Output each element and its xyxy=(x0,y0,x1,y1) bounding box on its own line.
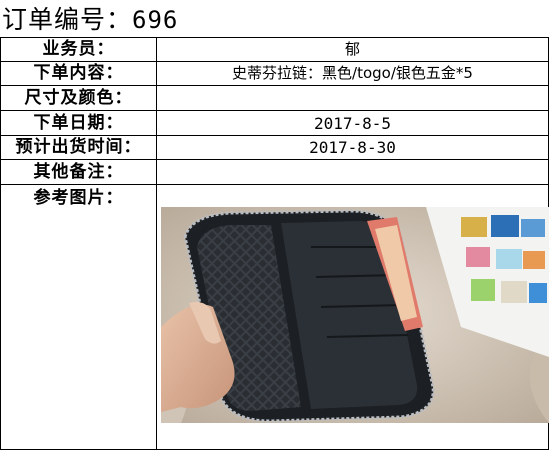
order-date-label: 下单日期： xyxy=(33,113,124,133)
size-color-value xyxy=(157,87,548,110)
row-order-date: 下单日期： 2017-8-5 xyxy=(1,112,548,136)
reference-photo xyxy=(161,207,549,423)
salesperson-label: 业务员： xyxy=(42,39,115,59)
reference-image-label: 参考图片： xyxy=(33,188,124,208)
ship-date-value: 2017-8-30 xyxy=(309,138,396,157)
row-remarks: 其他备注： xyxy=(1,161,548,185)
salesperson-value: 郁 xyxy=(344,40,360,58)
order-title-prefix: 订单编号： xyxy=(2,5,133,34)
order-form-table: 业务员： 郁 下单内容： 史蒂芬拉链：黑色/togo/银色五金*5 尺寸及颜色：… xyxy=(0,37,549,450)
row-salesperson: 业务员： 郁 xyxy=(1,38,548,62)
order-content-value: 史蒂芬拉链：黑色/togo/银色五金*5 xyxy=(232,64,473,82)
order-number: 696 xyxy=(132,6,179,34)
row-order-content: 下单内容： 史蒂芬拉链：黑色/togo/银色五金*5 xyxy=(1,62,548,86)
row-ship-date: 预计出货时间： 2017-8-30 xyxy=(1,136,548,160)
order-content-label: 下单内容： xyxy=(33,63,124,83)
remarks-label: 其他备注： xyxy=(33,162,124,182)
ship-date-label: 预计出货时间： xyxy=(15,137,142,157)
row-size-color: 尺寸及颜色： xyxy=(1,87,548,111)
remarks-value xyxy=(157,161,548,184)
order-date-value: 2017-8-5 xyxy=(313,114,392,133)
order-title: 订单编号：696 xyxy=(2,4,178,36)
size-color-label: 尺寸及颜色： xyxy=(24,88,133,108)
